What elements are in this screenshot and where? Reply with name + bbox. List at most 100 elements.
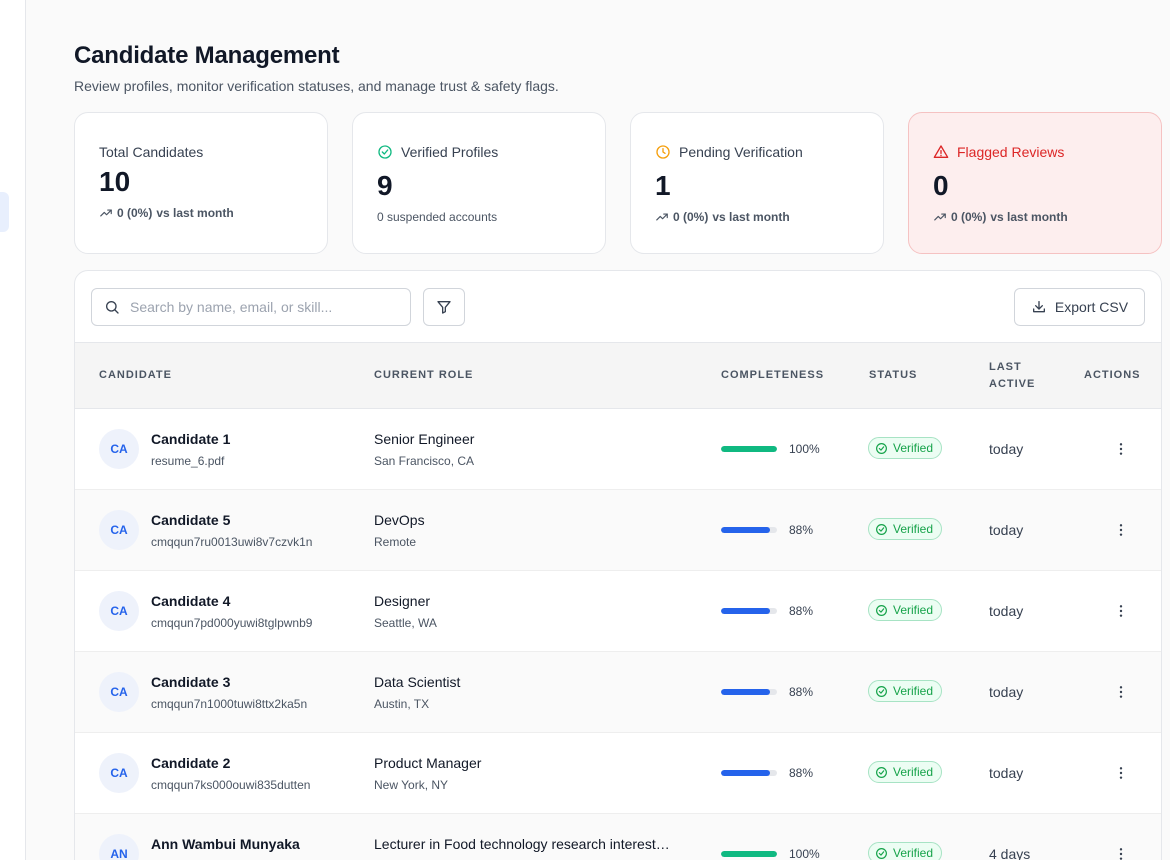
avatar: CA bbox=[99, 510, 139, 550]
trend-up-icon bbox=[934, 213, 946, 221]
check-circle-icon bbox=[876, 766, 887, 778]
alert-triangle-icon bbox=[933, 145, 949, 158]
role-title: Senior Engineer bbox=[374, 431, 475, 447]
more-vertical-icon bbox=[1119, 605, 1123, 617]
header-current-role[interactable]: CURRENT ROLE bbox=[374, 343, 473, 408]
row-actions-button[interactable] bbox=[1109, 842, 1133, 860]
sidebar-active-item[interactable] bbox=[0, 192, 9, 232]
check-circle-icon bbox=[876, 847, 887, 859]
candidate-name[interactable]: Ann Wambui Munyaka bbox=[151, 836, 300, 852]
candidates-table-panel: Export CSV CANDIDATE CURRENT ROLE COMPLE… bbox=[74, 270, 1162, 860]
table-row[interactable]: CA Candidate 1 resume_6.pdf Senior Engineer… bbox=[75, 409, 1161, 490]
stat-value: 1 bbox=[655, 170, 671, 201]
table-row[interactable]: CA Candidate 3 cmqqun7n1000tuwi8ttx2ka5n Da… bbox=[75, 652, 1161, 733]
completeness-bar bbox=[721, 527, 777, 533]
status-badge: Verified bbox=[868, 842, 943, 860]
more-vertical-icon bbox=[1119, 767, 1123, 779]
status-badge: Verified bbox=[868, 599, 943, 621]
completeness-fill bbox=[721, 851, 777, 857]
stat-label: Flagged Reviews bbox=[933, 144, 1064, 160]
filter-button[interactable] bbox=[423, 288, 465, 326]
download-icon bbox=[1032, 301, 1045, 313]
role-location: Seattle, WA bbox=[374, 616, 437, 630]
completeness-fill bbox=[721, 770, 771, 776]
candidate-file: cmqqun7pd000yuwi8tglpwnb9 bbox=[151, 616, 313, 630]
avatar: AN bbox=[99, 834, 139, 860]
header-status[interactable]: STATUS bbox=[869, 343, 917, 408]
status-badge: Verified bbox=[868, 437, 943, 459]
role-title: Designer bbox=[374, 593, 431, 609]
completeness-fill bbox=[721, 446, 777, 452]
last-active: today bbox=[989, 603, 1024, 619]
search-input[interactable] bbox=[130, 299, 400, 315]
header-last-active[interactable]: LAST ACTIVE bbox=[989, 343, 1035, 408]
trend-up-icon bbox=[100, 209, 112, 217]
header-candidate[interactable]: CANDIDATE bbox=[99, 343, 172, 408]
last-active: 4 days bbox=[989, 846, 1031, 860]
completeness-bar bbox=[721, 689, 777, 695]
page-title: Candidate Management bbox=[74, 42, 340, 69]
row-actions-button[interactable] bbox=[1109, 518, 1133, 542]
candidate-file: cmqqun7ks000ouwi835dutten bbox=[151, 778, 311, 792]
search-box[interactable] bbox=[91, 288, 411, 326]
avatar: CA bbox=[99, 672, 139, 712]
check-circle-icon bbox=[876, 523, 887, 535]
stat-value: 0 bbox=[933, 170, 949, 201]
candidate-name[interactable]: Candidate 2 bbox=[151, 755, 230, 771]
table-row[interactable]: CA Candidate 4 cmqqun7pd000yuwi8tglpwnb9 De… bbox=[75, 571, 1161, 652]
role-title: Lecturer in Food technology research int… bbox=[374, 836, 670, 852]
stat-sub: 0 suspended accounts bbox=[377, 210, 498, 224]
candidate-file: resume_6.pdf bbox=[151, 454, 225, 468]
more-vertical-icon bbox=[1119, 524, 1123, 536]
completeness-percent: 88% bbox=[789, 685, 814, 699]
check-circle-icon bbox=[876, 604, 887, 616]
row-actions-button[interactable] bbox=[1109, 761, 1133, 785]
role-title: Data Scientist bbox=[374, 674, 461, 690]
stat-label: Total Candidates bbox=[99, 144, 204, 160]
candidate-file: cmqqun7ru0013uwi8v7czvk1n bbox=[151, 535, 313, 549]
stat-card-pending: Pending Verification 1 0 (0%) vs last mo… bbox=[630, 112, 884, 254]
completeness-bar bbox=[721, 608, 777, 614]
check-circle-icon bbox=[876, 442, 887, 454]
row-actions-button[interactable] bbox=[1109, 680, 1133, 704]
role-location: New York, NY bbox=[374, 778, 449, 792]
table-row[interactable]: AN Ann Wambui Munyaka Lecturer in Food tec… bbox=[75, 814, 1161, 860]
completeness-bar bbox=[721, 770, 777, 776]
stat-card-flagged: Flagged Reviews 0 0 (0%) vs last month bbox=[908, 112, 1162, 254]
stat-value: 10 bbox=[99, 166, 131, 197]
stat-label: Verified Profiles bbox=[377, 144, 498, 160]
role-title: Product Manager bbox=[374, 755, 482, 771]
candidate-name[interactable]: Candidate 5 bbox=[151, 512, 230, 528]
avatar: CA bbox=[99, 753, 139, 793]
candidate-name[interactable]: Candidate 4 bbox=[151, 593, 230, 609]
more-vertical-icon bbox=[1119, 848, 1123, 860]
candidate-name[interactable]: Candidate 3 bbox=[151, 674, 230, 690]
stat-label: Pending Verification bbox=[655, 144, 803, 160]
avatar: CA bbox=[99, 591, 139, 631]
row-actions-button[interactable] bbox=[1109, 599, 1133, 623]
stat-trend: 0 (0%) vs last month bbox=[99, 206, 234, 220]
completeness-fill bbox=[721, 608, 771, 614]
export-csv-button[interactable]: Export CSV bbox=[1014, 288, 1145, 326]
status-badge: Verified bbox=[868, 761, 943, 783]
role-location: San Francisco, CA bbox=[374, 454, 475, 468]
completeness-fill bbox=[721, 689, 771, 695]
sidebar bbox=[0, 0, 26, 860]
header-actions: ACTIONS bbox=[1084, 369, 1141, 381]
last-active: today bbox=[989, 522, 1024, 538]
table-row[interactable]: CA Candidate 5 cmqqun7ru0013uwi8v7czvk1n De… bbox=[75, 490, 1161, 571]
role-title: DevOps bbox=[374, 512, 425, 528]
completeness-percent: 100% bbox=[789, 442, 820, 456]
completeness-bar bbox=[721, 851, 777, 857]
row-actions-button[interactable] bbox=[1109, 437, 1133, 461]
completeness-percent: 88% bbox=[789, 523, 814, 537]
candidate-name[interactable]: Candidate 1 bbox=[151, 431, 230, 447]
table-row[interactable]: CA Candidate 2 cmqqun7ks000ouwi835dutten Pr… bbox=[75, 733, 1161, 814]
table-header: CANDIDATE CURRENT ROLE COMPLETENESS STAT… bbox=[75, 342, 1161, 409]
header-completeness[interactable]: COMPLETENESS bbox=[721, 343, 824, 408]
more-vertical-icon bbox=[1119, 443, 1123, 455]
completeness-percent: 100% bbox=[789, 847, 820, 860]
completeness-bar bbox=[721, 446, 777, 452]
check-circle-icon bbox=[378, 145, 392, 159]
status-badge: Verified bbox=[868, 518, 943, 540]
